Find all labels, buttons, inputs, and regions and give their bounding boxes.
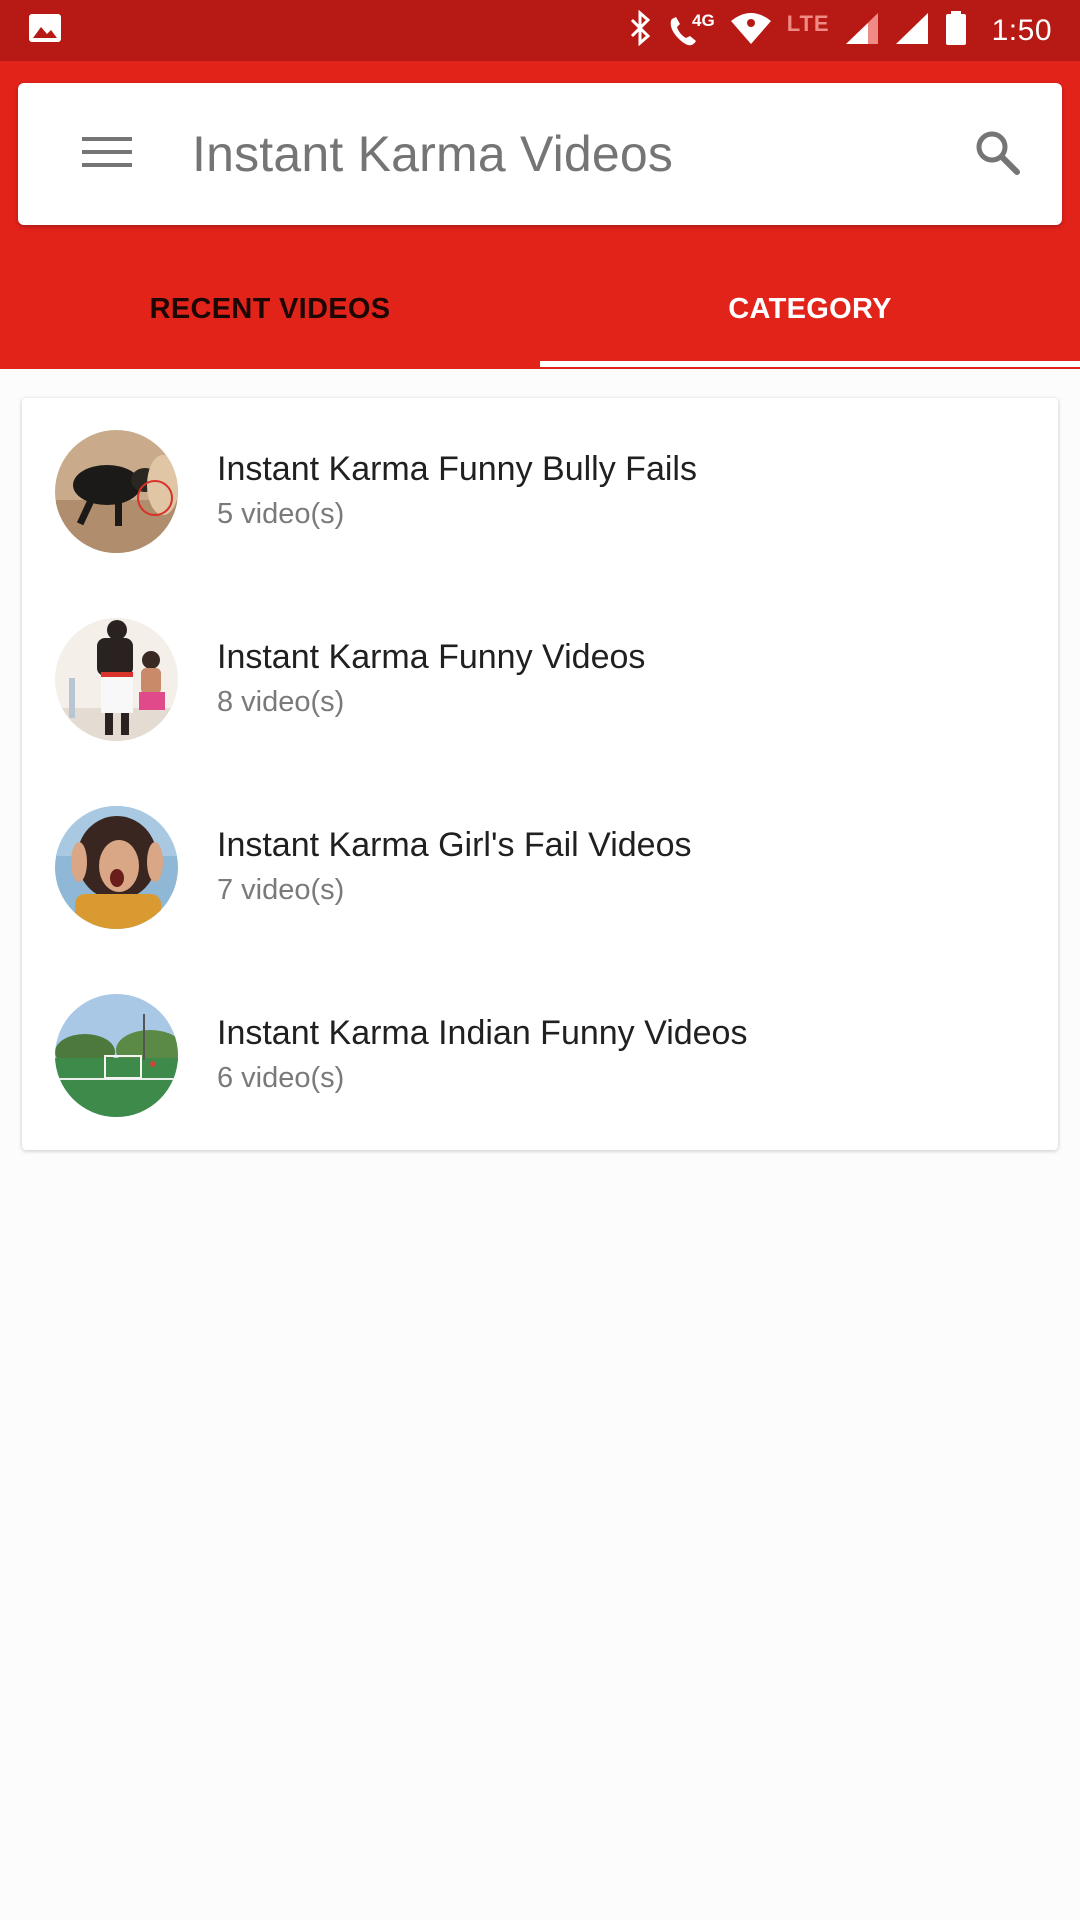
list-item[interactable]: Instant Karma Indian Funny Videos 6 vide… <box>22 962 1058 1150</box>
category-thumbnail <box>55 430 178 553</box>
category-thumbnail <box>55 618 178 741</box>
category-thumbnail <box>55 806 178 929</box>
list-item[interactable]: Instant Karma Funny Videos 8 video(s) <box>22 586 1058 774</box>
category-count: 5 video(s) <box>217 498 345 530</box>
search-bar[interactable]: Instant Karma Videos <box>18 83 1062 225</box>
app-header: Instant Karma Videos RECENT VIDEOS CATEG… <box>0 61 1080 369</box>
category-count: 8 video(s) <box>217 686 345 718</box>
wifi-icon <box>729 11 773 50</box>
category-count: 7 video(s) <box>217 874 345 906</box>
search-icon <box>973 128 1021 181</box>
battery-icon <box>944 10 968 51</box>
category-title: Instant Karma Girl's Fail Videos <box>217 826 692 864</box>
category-count: 6 video(s) <box>217 1062 345 1094</box>
category-thumbnail <box>55 994 178 1117</box>
app-title: Instant Karma Videos <box>192 126 674 182</box>
tab-category[interactable]: CATEGORY <box>540 261 1080 369</box>
signal-icon <box>894 11 930 50</box>
tab-recent-videos[interactable]: RECENT VIDEOS <box>0 261 540 369</box>
list-item[interactable]: Instant Karma Funny Bully Fails 5 video(… <box>22 398 1058 586</box>
hamburger-menu-icon <box>82 134 132 175</box>
wifi-calling-icon: 4G <box>666 10 715 49</box>
bluetooth-icon <box>628 9 652 51</box>
status-time: 1:50 <box>991 13 1052 47</box>
category-title: Instant Karma Funny Bully Fails <box>217 450 697 488</box>
menu-button[interactable] <box>62 109 152 199</box>
lte-label: LTE <box>786 10 830 36</box>
selected-tab-indicator <box>540 361 1080 367</box>
status-bar: 4G LTE 1:50 <box>0 0 1080 61</box>
image-icon <box>28 13 62 48</box>
category-list: Instant Karma Funny Bully Fails 5 video(… <box>22 398 1058 1150</box>
category-title: Instant Karma Indian Funny Videos <box>217 1014 748 1052</box>
network-type-label: 4G <box>692 10 715 30</box>
category-title: Instant Karma Funny Videos <box>217 638 646 676</box>
search-button[interactable] <box>952 109 1042 199</box>
list-item[interactable]: Instant Karma Girl's Fail Videos 7 video… <box>22 774 1058 962</box>
signal-icon <box>844 11 880 50</box>
tab-bar: RECENT VIDEOS CATEGORY <box>0 261 1080 369</box>
